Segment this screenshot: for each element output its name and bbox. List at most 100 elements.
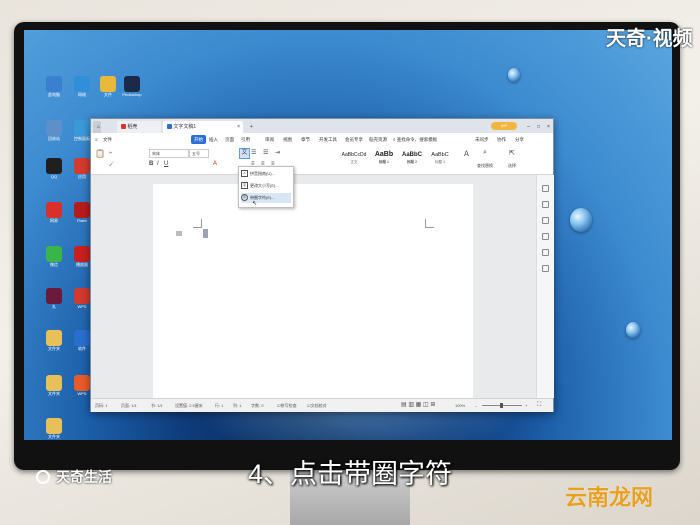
selected-text	[203, 229, 208, 238]
italic-icon[interactable]: I	[157, 161, 159, 167]
bullet-list-icon[interactable]: ☰	[251, 149, 256, 156]
settings-icon[interactable]	[542, 265, 549, 272]
desktop-icon[interactable]: 丸	[40, 288, 68, 309]
collaborate-button[interactable]: 协作	[497, 133, 506, 146]
style-heading-1[interactable]: AaBb 标题 1	[369, 149, 399, 164]
zoom-in-icon[interactable]: +	[525, 399, 527, 412]
desktop-icon[interactable]: 网络	[68, 76, 96, 97]
font-color-icon[interactable]: A	[213, 161, 217, 167]
menu-layout[interactable]: 页面	[225, 133, 234, 146]
share-button[interactable]: 分享	[515, 133, 524, 146]
tab-label: 文字文稿1	[173, 124, 197, 130]
tab-document[interactable]: 文字文稿1 ×	[163, 121, 243, 133]
proofread[interactable]: ☑文档校对	[307, 399, 327, 412]
app-icon	[46, 202, 62, 218]
status-pages: 页面: 1/1	[121, 403, 137, 408]
desktop-icon[interactable]: 微信	[40, 246, 68, 267]
menu-developer[interactable]: 开发工具	[319, 133, 337, 146]
view-mode-icons[interactable]: ▤ ▥ ▦ ◫ ⊞	[401, 399, 435, 412]
desktop-icon[interactable]: 文件夹	[40, 418, 68, 439]
app-icon	[74, 120, 90, 136]
share-icon[interactable]	[542, 233, 549, 240]
pen-icon[interactable]	[542, 217, 549, 224]
desktop-icon[interactable]: Photoshop	[118, 76, 146, 97]
style-heading-2[interactable]: AaBbC 标题 2	[397, 149, 427, 164]
desktop-icon[interactable]: 文件夹	[40, 375, 68, 396]
select-icon[interactable]: ⇱	[509, 149, 515, 157]
desktop-icon[interactable]: QQ	[40, 158, 68, 179]
menu-review[interactable]: 审阅	[265, 133, 274, 146]
text-cursor-mark	[176, 231, 182, 236]
tab-docer[interactable]: 稻壳	[117, 121, 161, 133]
document-page[interactable]	[153, 184, 473, 409]
command-search[interactable]: ⌕ 查找命令、搜索模板	[393, 133, 437, 146]
zoom-out-icon[interactable]: –	[475, 399, 477, 412]
member-badge[interactable]: VIP	[491, 122, 517, 130]
desktop-icon[interactable]: 网易	[40, 202, 68, 223]
style-normal[interactable]: AaBbCcDd 正文	[339, 149, 369, 164]
close-tab-icon[interactable]: ×	[237, 121, 240, 133]
font-size-select[interactable]: 五号	[189, 149, 209, 158]
font-name-select[interactable]: 宋体	[149, 149, 189, 158]
app-icon	[46, 330, 62, 346]
mouse-pointer-icon: ↖	[252, 201, 258, 207]
app-icon	[46, 246, 62, 262]
phonetic-guide-icon[interactable]: 文	[239, 148, 250, 159]
history-icon[interactable]	[542, 249, 549, 256]
app-icon	[46, 76, 62, 92]
new-tab-icon[interactable]: +	[246, 121, 254, 133]
underline-icon[interactable]: U	[164, 161, 168, 167]
zoom-slider-thumb[interactable]	[500, 403, 503, 408]
desktop-icon-label: 回收站	[48, 136, 60, 141]
fullscreen-icon[interactable]: ⛶	[537, 399, 541, 412]
format-painter-icon[interactable]: 🖌	[109, 161, 114, 166]
desktop-icon-label: 丸	[52, 304, 56, 309]
menu-home[interactable]: 开始	[191, 135, 206, 144]
maximize-icon[interactable]: □	[533, 121, 541, 133]
style-heading-3[interactable]: AaBbC 标题 3	[425, 149, 455, 164]
zoom-level[interactable]: 100%	[455, 399, 465, 412]
numbered-list-icon[interactable]: ☰	[263, 149, 268, 156]
spell-check[interactable]: ☑拼写检查	[277, 399, 297, 412]
cut-icon[interactable]: ✂	[109, 150, 112, 155]
paste-icon[interactable]: 📋	[95, 149, 105, 158]
menu-item-phonetic-guide[interactable]: A 拼音指南(U)...	[241, 169, 291, 179]
close-window-icon[interactable]: ×	[543, 121, 551, 133]
bold-icon[interactable]: B	[149, 161, 153, 167]
menu-references[interactable]: 引用	[241, 133, 250, 146]
menu-docer[interactable]: 稻壳资源	[369, 133, 387, 146]
edit-icon[interactable]	[542, 185, 549, 192]
indent-icon[interactable]: ⇥	[275, 149, 280, 156]
change-case-icon: 字	[241, 182, 248, 190]
select-tool-icon[interactable]	[542, 201, 549, 208]
sync-status[interactable]: 未同步	[475, 133, 489, 146]
minimize-icon[interactable]: –	[523, 121, 531, 133]
menu-item-change-case[interactable]: 字更改大小写(E)...	[241, 181, 291, 191]
desktop-icon-label: 网络	[78, 92, 86, 97]
desktop-icon[interactable]: 此电脑	[40, 76, 68, 97]
select-label[interactable]: 选择	[508, 163, 516, 169]
menu-member[interactable]: 会员专享	[345, 133, 363, 146]
desktop-icon[interactable]: 文件夹	[40, 330, 68, 351]
menu-chapter[interactable]: 章节	[301, 133, 310, 146]
right-toolbar	[536, 175, 554, 398]
phonetic-icon: A	[241, 170, 248, 178]
text-tools-icon[interactable]: Ａ	[463, 149, 470, 159]
find-replace-icon[interactable]: ⌕	[483, 149, 487, 157]
home-icon[interactable]: ⌂	[93, 121, 101, 133]
app-icon	[74, 158, 90, 174]
menu-icon[interactable]: ≡	[95, 133, 98, 146]
menu-insert[interactable]: 插入	[209, 133, 218, 146]
menu-file[interactable]: 文件	[103, 133, 112, 146]
app-icon	[74, 330, 90, 346]
find-replace-label[interactable]: 查找替换	[477, 163, 493, 169]
desktop-icon[interactable]: 回收站	[40, 120, 68, 141]
menu-view[interactable]: 视图	[283, 133, 292, 146]
watermark-bottom-left: 天奇生活	[56, 469, 112, 485]
desktop-icon-label: QQ	[50, 174, 58, 179]
status-page: 页码: 1	[95, 403, 108, 408]
app-icon	[74, 375, 90, 391]
menu-bar: ≡ 文件 开始 插入 页面 引用 审阅 视图 章节 开发工具 会员专享 稻壳资源…	[91, 133, 553, 147]
tab-bar: ⌂ 稻壳 文字文稿1 × + VIP – □ ×	[91, 119, 553, 133]
menu-item-enclosed-characters[interactable]: 字带圈字符(E)...	[241, 193, 291, 203]
